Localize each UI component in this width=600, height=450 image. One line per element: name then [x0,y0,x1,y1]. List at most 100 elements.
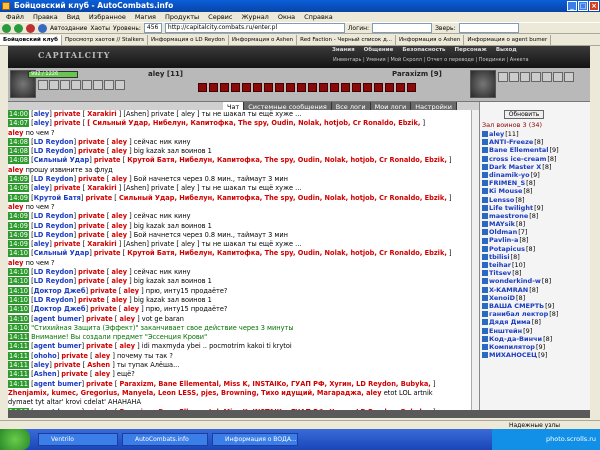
player-name[interactable]: Pavlin-a [489,236,518,244]
item-slot[interactable] [49,80,59,90]
chat-sender[interactable]: LD Reydon [34,147,74,155]
chat-sender[interactable]: LD Reydon [34,277,74,285]
player-item[interactable]: maestrone [8] [482,212,590,220]
chat-recipient[interactable]: aley [112,231,127,239]
refresh-button[interactable]: Обновить [504,110,544,119]
player-item[interactable]: Potapicus [8] [482,245,590,253]
chat-sender[interactable]: aley [34,240,49,248]
my-name[interactable]: aley [11] [148,70,183,78]
menu-magic[interactable]: Магия [135,12,156,22]
player-name[interactable]: Компилятор [489,343,535,351]
player-name[interactable]: ANTI-Freeze [489,138,533,146]
chat-recipient[interactable]: [ Сильный Удар, Нибелун, Капитофка, The … [87,119,420,127]
chat-recipient[interactable]: aley [95,352,110,360]
player-name[interactable]: Oldman [489,228,517,236]
task-autocombats[interactable]: AutoCombats.info [122,433,208,446]
chat-sender[interactable]: LD Reydon [34,212,74,220]
chat-recipient[interactable]: Xarakiri [87,184,116,192]
login-field[interactable] [372,23,433,33]
menu-products[interactable]: Продукты [165,12,199,22]
player-item[interactable]: teihar [10] [482,261,590,269]
nav-security[interactable]: Безопасность [402,47,445,53]
chat-recipient[interactable]: aley [112,212,127,220]
chat-recipient[interactable]: aley [112,296,127,304]
tab-hunts[interactable]: Просмотр хаотов // Stalkers [62,35,148,45]
chat-sender[interactable]: aley [8,166,23,174]
chat-sender[interactable]: aley [34,184,49,192]
chat-recipient[interactable]: aley [112,222,127,230]
chat-sender[interactable]: aley [8,203,23,211]
item-slot[interactable] [82,80,92,90]
chat-sender[interactable]: aley [8,129,23,137]
tab-red-faction[interactable]: Red Faction - Черный список д... [297,35,397,45]
chat-recipient[interactable]: aley [120,342,135,350]
player-name[interactable]: Dark Master X [489,163,541,171]
player-item[interactable]: cross ice-cream [8] [482,155,590,163]
player-name[interactable]: Life twilight [489,204,533,212]
address-bar[interactable]: http://capitalcity.combats.ru/enter.pl [164,23,345,33]
player-name[interactable]: Енштейн [489,327,522,335]
player-item[interactable]: aley [11] [482,130,590,138]
menu-edit[interactable]: Правка [33,12,58,22]
chat-sender[interactable]: Крутой Батя [34,194,81,202]
chat-sender[interactable]: agent bumer [34,315,82,323]
chat-sender[interactable]: Доктор Джеб [34,287,86,295]
chat-sender[interactable]: agent bumer [34,342,82,350]
tab-agent-bumer[interactable]: Информация о agent bumer [464,35,552,45]
nav-exit[interactable]: Выход [496,47,517,53]
player-item[interactable]: Код-да-Винчи [8] [482,335,590,343]
menu-windows[interactable]: Окна [278,12,295,22]
player-item[interactable]: Bane Ellemental [9] [482,146,590,154]
player-item[interactable]: XenoiD [8] [482,294,590,302]
left-scroll-arrow[interactable] [0,46,8,418]
chat-sender[interactable]: agent bumer [34,380,82,388]
task-ventrilo[interactable]: Ventrilo [38,433,118,446]
player-item[interactable]: МИХАНОСЕЦ [9] [482,351,590,359]
player-name[interactable]: cross ice-cream [489,155,546,163]
tab-ld-reydon[interactable]: Информация о LD Reydon [148,35,229,45]
chat-sender[interactable]: Сильный Удар [34,249,89,257]
chat-input-bar[interactable] [8,410,590,418]
chat-recipient[interactable]: Xarakiri [87,110,116,118]
close-button[interactable]: × [589,1,599,11]
player-name[interactable]: XenoiD [489,294,515,302]
enemy-name[interactable]: Paraxizm [9] [392,70,442,78]
player-name[interactable]: Potapicus [489,245,525,253]
chat-recipient[interactable]: aley [95,370,110,378]
player-name[interactable]: Titsev [489,269,511,277]
player-name[interactable]: tbilisi [489,253,510,261]
menu-view[interactable]: Вид [67,12,80,22]
start-button[interactable] [0,429,30,450]
player-item[interactable]: ANTI-Freeze [8] [482,138,590,146]
task-info[interactable]: Информация о ВОДА... [212,433,298,446]
chat-recipient[interactable]: Ashen [87,361,110,369]
player-item[interactable]: ганибал лектор [8] [482,310,590,318]
minimize-button[interactable]: _ [567,1,577,11]
chat-recipient[interactable]: aley [112,138,127,146]
level-field[interactable]: 456 [143,23,162,33]
item-slot[interactable] [115,80,125,90]
player-name[interactable]: X-KAMRAN [489,286,528,294]
chat-sender[interactable]: aley [34,361,49,369]
player-item[interactable]: Dark Master X [8] [482,163,590,171]
chat-recipient[interactable]: aley [112,277,127,285]
tab-fight-club[interactable]: Бойцовский клуб [0,35,62,45]
autofill-button[interactable]: Автоздание [50,25,87,32]
player-item[interactable]: Енштейн [9] [482,327,590,335]
player-name[interactable]: Дядя Дима [489,318,531,326]
chat-recipient[interactable]: Крутой Батя, Нибелун, Капитофка, The spy… [127,249,447,257]
player-name[interactable]: MAYsik [489,220,515,228]
chat-sender[interactable]: LD Reydon [34,222,74,230]
player-item[interactable]: Pavlin-a [8] [482,236,590,244]
player-item[interactable]: Oldman [7] [482,228,590,236]
chat-recipient[interactable]: Крутой Батя, Нибелун, Капитофка, The spy… [127,156,447,164]
chat-recipient[interactable]: Paraxizm, Bane Ellemental, Miss K, INSTA… [120,380,431,388]
chat-sender[interactable]: LD Reydon [34,268,74,276]
player-item[interactable]: Ki Mouse [8] [482,187,590,195]
player-item[interactable]: Компилятор [9] [482,343,590,351]
chat-recipient[interactable]: aley [112,175,127,183]
chat-sender[interactable]: LD Reydon [34,138,74,146]
chat-recipient[interactable]: aley [112,268,127,276]
refresh-icon[interactable] [38,23,47,33]
chat-recipient[interactable]: Сильный Удар, Нибелун, Капитофка, The sp… [119,194,447,202]
